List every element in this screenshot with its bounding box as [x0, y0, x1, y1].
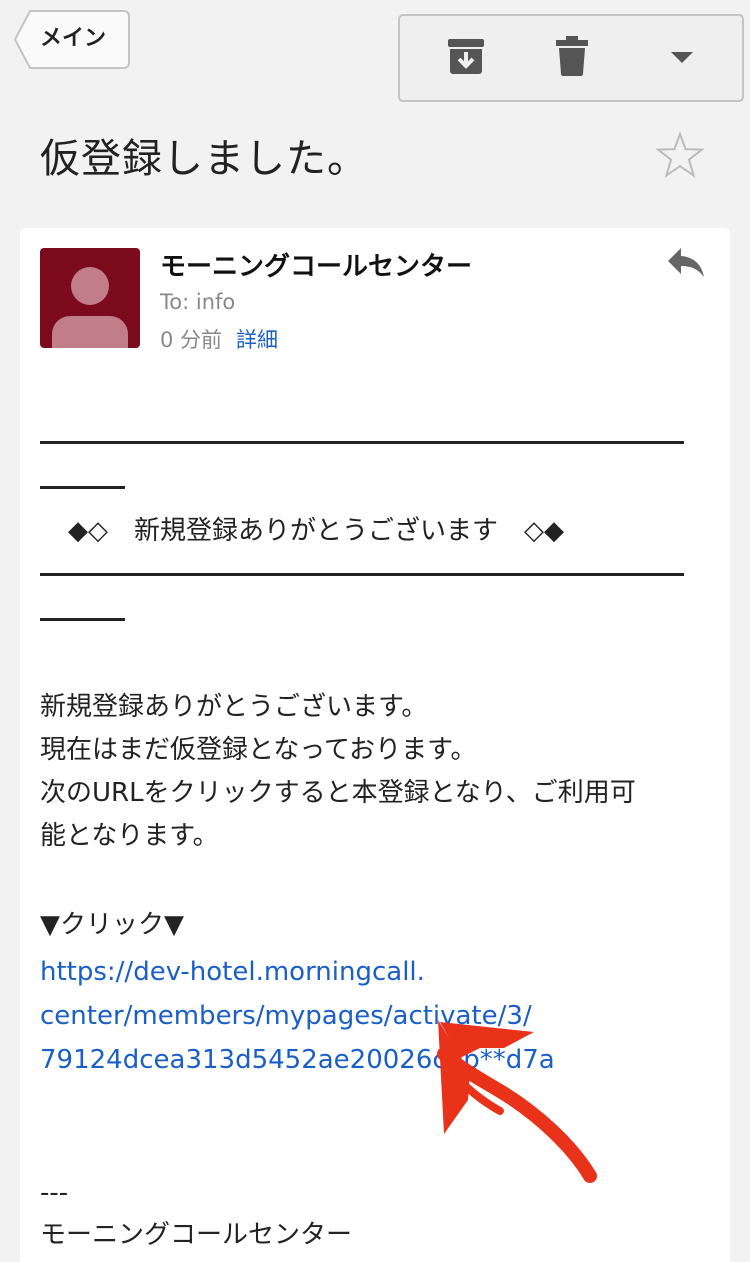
divider-line: [40, 573, 684, 576]
back-label: メイン: [40, 26, 107, 51]
divider-line: [40, 618, 125, 621]
star-icon: [655, 131, 705, 182]
banner-heading: ◆◇ 新規登録ありがとうございます ◇◆: [68, 516, 564, 546]
divider-line: [40, 486, 125, 489]
sender-name: モーニングコールセンター: [160, 252, 473, 282]
recipient-line: To: info: [160, 290, 236, 314]
message-toolbar: [398, 14, 744, 102]
message-card: モーニングコールセンター To: info 0 分前 詳細 ◆◇ 新規登録ありがと…: [20, 228, 730, 1262]
body-line: 新規登録ありがとうございます。: [40, 692, 428, 722]
body-line: 現在はまだ仮登録となっております。: [40, 735, 477, 765]
link-line: https://dev-hotel.morningcall.: [40, 957, 425, 987]
signature-name: モーニングコールセンター: [40, 1220, 353, 1250]
avatar: [40, 248, 140, 348]
annotation-arrow: [400, 996, 600, 1190]
body-line: 能となります。: [40, 821, 219, 851]
details-link[interactable]: 詳細: [236, 328, 278, 352]
star-button[interactable]: [655, 131, 705, 182]
click-label: ▼クリック▼: [40, 910, 184, 940]
body-paragraph: 新規登録ありがとうございます。 現在はまだ仮登録となっております。 次のURLを…: [40, 686, 636, 858]
message-meta: 0 分前 詳細: [160, 324, 278, 354]
body-line: 次のURLをクリックすると本登録となり、ご利用可: [40, 778, 636, 808]
archive-button[interactable]: [426, 16, 506, 100]
timestamp: 0 分前: [160, 328, 223, 352]
email-subject: 仮登録しました。: [40, 136, 368, 182]
divider-line: [40, 441, 684, 444]
reply-icon: [666, 248, 706, 284]
person-icon: [52, 267, 128, 348]
delete-button[interactable]: [532, 16, 612, 100]
back-button[interactable]: メイン: [14, 10, 130, 69]
caret-down-icon: [671, 49, 693, 68]
more-button[interactable]: [642, 16, 722, 100]
signature-separator: ---: [40, 1178, 69, 1208]
reply-button[interactable]: [666, 246, 706, 284]
trash-icon: [556, 36, 588, 80]
archive-icon: [447, 37, 485, 79]
